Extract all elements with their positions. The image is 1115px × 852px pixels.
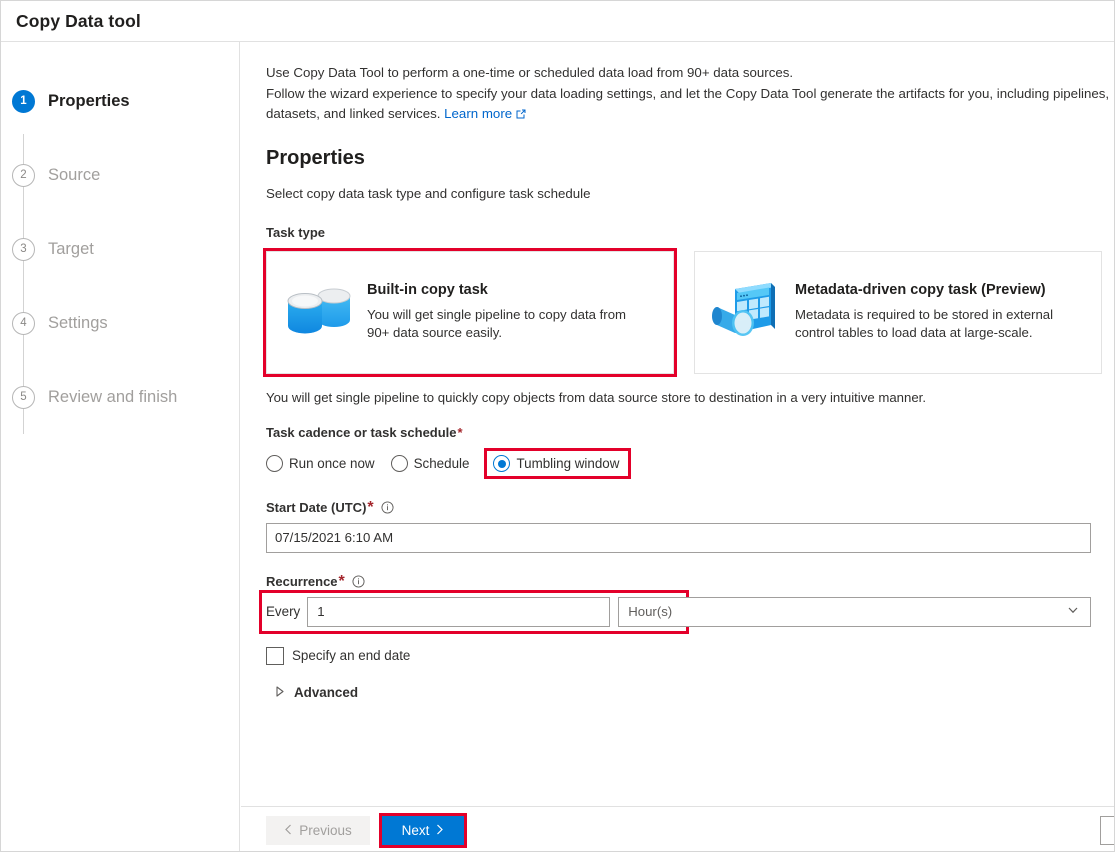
start-date-label-row: Start Date (UTC) * (266, 498, 1114, 517)
page-subtitle: Select copy data task type and configure… (266, 185, 591, 201)
step-number-badge: 4 (12, 311, 35, 335)
advanced-toggle[interactable]: Advanced (276, 684, 1114, 702)
chevron-right-icon (276, 684, 285, 702)
start-date-value: 07/15/2021 6:10 AM (275, 530, 394, 545)
card-description: Metadata is required to be stored in ext… (795, 306, 1054, 341)
recurrence-unit-value: Hour(s) (628, 604, 673, 619)
recurrence-unit-wrapper: Hour(s) (618, 596, 1091, 627)
intro-line-2: Follow the wizard experience to specify … (266, 85, 1110, 122)
recurrence-unit-select[interactable]: Hour(s) (618, 596, 1091, 627)
sidebar-step-target[interactable]: 3 Target (1, 212, 239, 286)
next-button-highlight: Next (379, 812, 467, 848)
card-description: You will get single pipeline to copy dat… (367, 306, 627, 341)
required-asterisk: * (457, 424, 463, 440)
radio-tumbling-window[interactable]: Tumbling window (484, 448, 632, 479)
sidebar-step-label: Source (48, 165, 101, 184)
sidebar-step-settings[interactable]: 4 Settings (1, 286, 239, 360)
radio-schedule[interactable]: Schedule (390, 455, 470, 472)
required-asterisk: * (338, 572, 345, 590)
recurrence-row: Every 1 Hour(s) (259, 589, 1091, 634)
advanced-label: Advanced (294, 685, 358, 700)
radio-mark-icon (390, 455, 408, 472)
sidebar-step-source[interactable]: 2 Source (1, 138, 239, 212)
task-cadence-label-text: Task cadence or task schedule (266, 424, 457, 440)
next-button-label: Next (401, 822, 430, 838)
wizard-sidebar: 1 Properties 2 Source 3 Target 4 Setting… (1, 42, 240, 851)
card-text-group: Metadata-driven copy task (Preview) Meta… (785, 282, 1063, 343)
task-type-cards: Built-in copy task You will get single p… (263, 247, 1114, 377)
task-type-note: You will get single pipeline to quickly … (266, 389, 926, 405)
footer-overflow-button[interactable] (1100, 815, 1114, 845)
metadata-table-magnifier-icon (709, 281, 785, 343)
recurrence-label-row: Recurrence * (266, 572, 1114, 591)
previous-button-label: Previous (299, 822, 352, 838)
info-circle-icon[interactable] (381, 501, 394, 514)
step-number-badge: 3 (12, 237, 35, 261)
step-number-badge: 1 (12, 89, 35, 113)
main-content: Use Copy Data Tool to perform a one-time… (241, 42, 1114, 806)
checkbox-mark-icon (266, 646, 284, 665)
task-type-card-built-in-copy[interactable]: Built-in copy task You will get single p… (263, 247, 677, 377)
intro-line-1: Use Copy Data Tool to perform a one-time… (266, 65, 794, 80)
every-label: Every (266, 604, 301, 619)
radio-mark-icon (266, 455, 283, 472)
card-text-group: Built-in copy task You will get single p… (357, 282, 635, 343)
sidebar-step-label: Settings (48, 313, 108, 332)
copy-data-tool-window: Copy Data tool 1 Properties 2 Source 3 T… (0, 0, 1115, 852)
card-title: Metadata-driven copy task (Preview) (795, 281, 1046, 298)
radio-label: Run once now (289, 456, 375, 471)
window-header: Copy Data tool (1, 1, 1114, 42)
sidebar-step-label: Target (48, 239, 94, 258)
step-number-badge: 5 (12, 385, 35, 409)
sidebar-step-label: Properties (48, 91, 130, 110)
window-title: Copy Data tool (16, 10, 141, 31)
radio-label: Schedule (413, 456, 470, 471)
chevron-right-icon (435, 823, 444, 838)
task-cadence-radio-group: Run once now Schedule Tumbling window (266, 448, 1114, 480)
radio-mark-icon (493, 455, 511, 472)
card-title: Built-in copy task (367, 281, 488, 298)
previous-button[interactable]: Previous (266, 815, 370, 845)
chevron-left-icon (284, 823, 293, 838)
recurrence-label: Recurrence (266, 574, 338, 589)
wizard-footer: Previous Next (241, 806, 1114, 851)
recurrence-interval-input[interactable]: 1 (307, 596, 611, 627)
start-date-label: Start Date (UTC) (266, 500, 367, 515)
learn-more-link[interactable]: Learn more (444, 106, 512, 121)
sidebar-step-label: Review and finish (48, 387, 178, 406)
info-circle-icon[interactable] (352, 575, 365, 588)
wizard-steps: 1 Properties 2 Source 3 Target 4 Setting… (1, 42, 239, 434)
task-type-card-metadata-driven-copy[interactable]: Metadata-driven copy task (Preview) Meta… (694, 250, 1102, 374)
specify-end-date-checkbox[interactable]: Specify an end date (266, 646, 1114, 665)
page-title: Properties (266, 146, 365, 169)
task-cadence-label: Task cadence or task schedule* (266, 424, 1114, 440)
sidebar-step-properties[interactable]: 1 Properties (1, 64, 239, 138)
recurrence-interval-value: 1 (317, 604, 325, 619)
next-button[interactable]: Next (382, 815, 464, 845)
external-link-icon[interactable] (515, 106, 527, 127)
sidebar-step-review-and-finish[interactable]: 5 Review and finish (1, 360, 239, 434)
radio-run-once-now[interactable]: Run once now (266, 455, 375, 472)
required-asterisk: * (367, 498, 374, 516)
radio-label: Tumbling window (516, 456, 620, 471)
chevron-down-icon (1067, 604, 1079, 619)
specify-end-date-label: Specify an end date (292, 648, 411, 663)
intro-paragraph: Use Copy Data Tool to perform a one-time… (266, 63, 1114, 127)
database-copy-icon (281, 284, 357, 340)
start-date-input[interactable]: 07/15/2021 6:10 AM (266, 522, 1091, 553)
step-number-badge: 2 (12, 163, 35, 187)
task-type-label: Task type (266, 224, 326, 240)
